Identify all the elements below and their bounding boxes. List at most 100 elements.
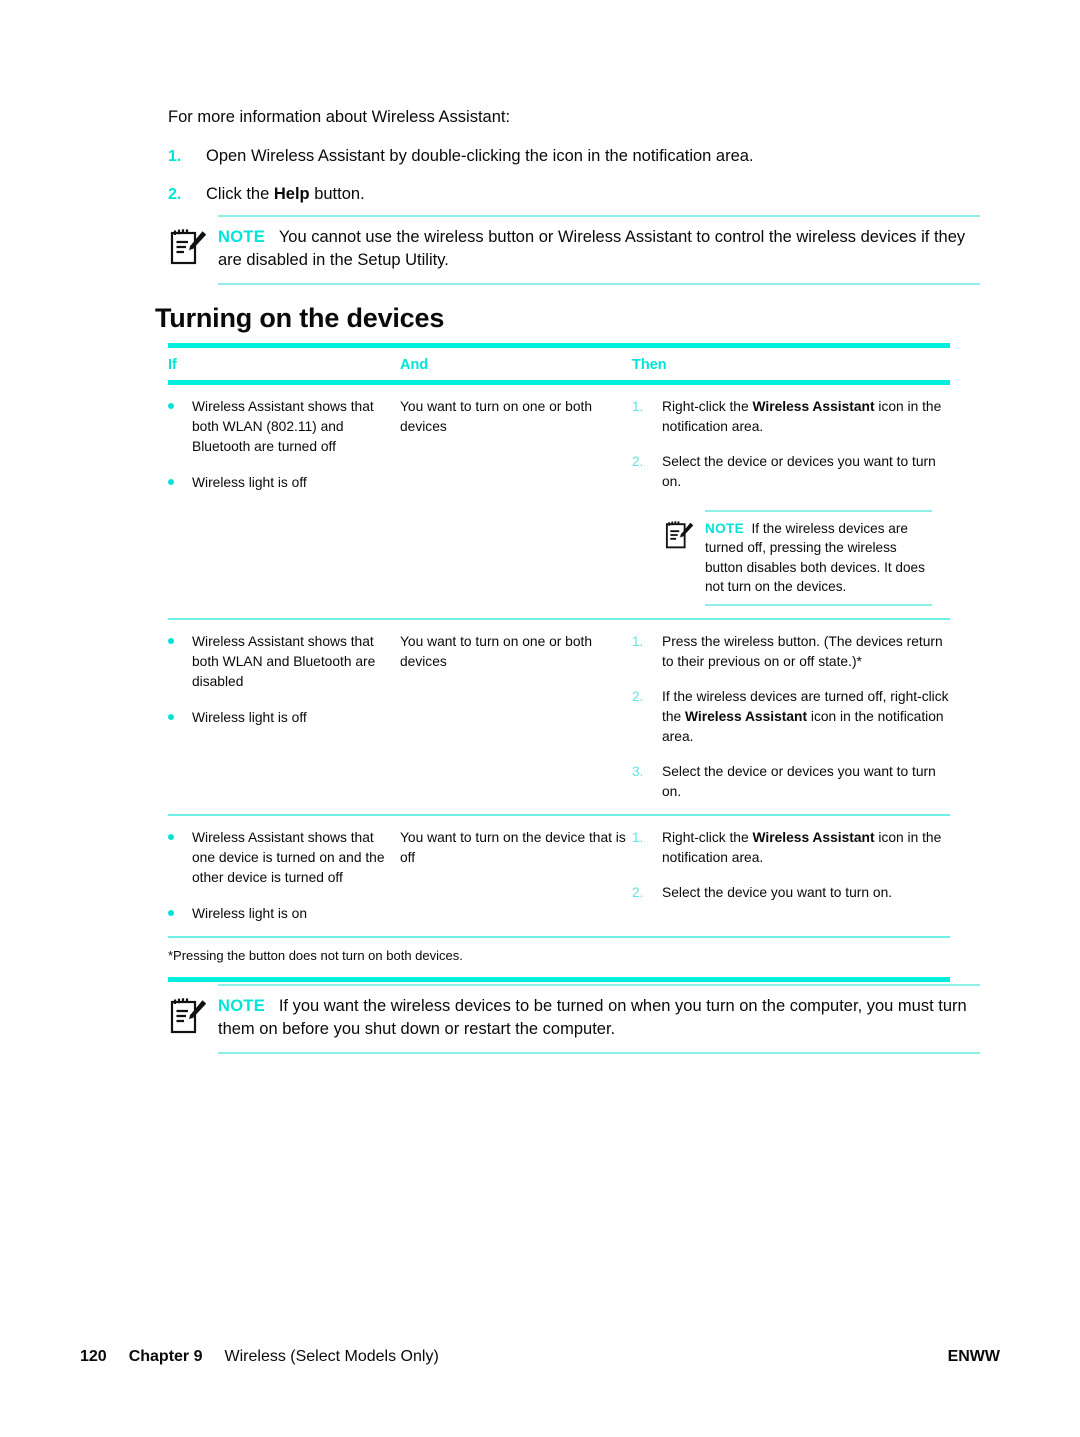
step-text-pre: Select the device or devices you want to… (662, 764, 936, 800)
note-text: NOTE If the wireless devices are turned … (705, 519, 932, 596)
list-item-number: 2. (168, 185, 182, 203)
table-cell-then: 1. Right-click the Wireless Assistant ic… (632, 828, 950, 924)
step-text-pre: Press the wireless button. (The devices … (662, 634, 943, 670)
bullet-text: Wireless Assistant shows that one device… (192, 830, 385, 886)
note-callout-inline: NOTE If the wireless devices are turned … (662, 510, 932, 607)
list-item: Wireless light is on (168, 904, 400, 924)
step-text-pre: Select the device you want to turn on. (662, 885, 893, 901)
document-page: For more information about Wireless Assi… (0, 0, 1080, 1437)
page-footer: 120 Chapter 9 Wireless (Select Models On… (80, 1348, 1000, 1366)
note-pencil-icon (662, 518, 698, 552)
conditions-table: If And Then Wireless Assistant shows tha… (168, 343, 950, 983)
step-number: 2. (632, 885, 644, 901)
bullet-icon (168, 828, 192, 841)
step-number: 1. (632, 830, 644, 846)
note-body: NOTE If the wireless devices are turned … (705, 510, 932, 607)
list-item: 2. If the wireless devices are turned of… (632, 687, 950, 747)
step-number: 1. (632, 634, 644, 650)
list-item-text-pre: Open Wireless Assistant by double-clicki… (206, 147, 754, 165)
table-cell-and: You want to turn on one or both devices (400, 399, 593, 434)
list-item: Wireless Assistant shows that both WLAN … (168, 632, 400, 692)
list-item: 1. Right-click the Wireless Assistant ic… (632, 397, 950, 437)
step-text: Select the device or devices you want to… (662, 452, 950, 492)
bullet-text: Wireless Assistant shows that both WLAN … (192, 634, 376, 690)
list-item: 2. Select the device you want to turn on… (632, 883, 950, 903)
table-cell-if: Wireless Assistant shows that both WLAN … (168, 632, 400, 802)
bullet-list: Wireless Assistant shows that both WLAN … (168, 632, 400, 728)
table-cell-then: 1. Right-click the Wireless Assistant ic… (632, 397, 950, 607)
table-bottom-rule (168, 977, 950, 983)
table-cell-if: Wireless Assistant shows that both WLAN … (168, 397, 400, 606)
bullet-text: Wireless light is off (192, 710, 307, 726)
note-callout-bottom: NOTE If you want the wireless devices to… (166, 984, 980, 1054)
bullet-list: Wireless Assistant shows that both WLAN … (168, 397, 400, 493)
step-number: 1. (632, 399, 644, 414)
step-text-bold: Wireless Assistant (752, 830, 875, 846)
table-footnote: *Pressing the button does not turn on bo… (168, 948, 463, 964)
step-number: 2. (632, 454, 644, 469)
step-list: 1. Press the wireless button. (The devic… (632, 632, 950, 802)
step-text-pre: Select the device or devices you want to… (662, 454, 936, 489)
column-header-if: If (168, 357, 177, 373)
list-item: Wireless Assistant shows that one device… (168, 828, 400, 888)
table-cell-if: Wireless Assistant shows that one device… (168, 828, 400, 924)
step-text: Press the wireless button. (The devices … (662, 632, 950, 672)
note-body: NOTE You cannot use the wireless button … (218, 215, 980, 285)
list-item: 1. Right-click the Wireless Assistant ic… (632, 828, 950, 868)
bullet-icon (168, 473, 192, 485)
list-item: 2. Select the device or devices you want… (632, 452, 950, 492)
step-text-bold: Wireless Assistant (685, 709, 808, 725)
step-text-pre: Right-click the (662, 830, 753, 846)
bullet-icon (168, 904, 192, 917)
bullet-icon (168, 708, 192, 721)
note-text: NOTE You cannot use the wireless button … (218, 226, 980, 273)
table-row: Wireless Assistant shows that both WLAN … (168, 620, 950, 814)
step-list: 1. Right-click the Wireless Assistant ic… (632, 397, 950, 492)
bullet-text: Wireless light is on (192, 906, 308, 922)
intro-paragraph: For more information about Wireless Assi… (168, 108, 511, 126)
list-item-text-bold: Help (273, 184, 310, 203)
table-row: Wireless Assistant shows that both WLAN … (168, 385, 950, 618)
section-heading: Turning on the devices (155, 303, 445, 333)
table-row: Wireless Assistant shows that one device… (168, 816, 950, 936)
list-item: Wireless Assistant shows that both WLAN … (168, 397, 400, 457)
note-pencil-icon (166, 994, 212, 1038)
step-text: If the wireless devices are turned off, … (662, 687, 950, 747)
column-header-and: And (400, 357, 429, 373)
table-cell-and: You want to turn on the device that is o… (400, 830, 626, 866)
note-body: NOTE If you want the wireless devices to… (218, 984, 980, 1054)
bullet-icon (168, 632, 192, 645)
footer-page-number: 120 (80, 1348, 107, 1365)
note-text: NOTE If you want the wireless devices to… (218, 995, 980, 1042)
note-callout-top: NOTE You cannot use the wireless button … (166, 215, 980, 285)
step-text-pre: Right-click the (662, 399, 753, 414)
list-item: 3. Select the device or devices you want… (632, 762, 950, 802)
list-item: 2. Click the Help button. (168, 183, 978, 207)
note-message: If you want the wireless devices to be t… (218, 997, 967, 1039)
instruction-list: 1. Open Wireless Assistant by double-cli… (168, 145, 978, 221)
list-item: 1. Press the wireless button. (The devic… (632, 632, 950, 672)
step-text: Select the device you want to turn on. (662, 883, 950, 903)
note-label: NOTE (218, 997, 266, 1015)
table-cell-then: 1. Press the wireless button. (The devic… (632, 632, 950, 802)
list-item-text: Open Wireless Assistant by double-clicki… (206, 145, 754, 169)
footer-chapter: Chapter 9 (128, 1348, 203, 1365)
list-item-text: Click the Help button. (206, 183, 365, 207)
note-label: NOTE (218, 228, 266, 246)
list-item: Wireless light is off (168, 473, 400, 493)
note-label: NOTE (705, 521, 744, 536)
step-text: Select the device or devices you want to… (662, 762, 950, 802)
bullet-text: Wireless Assistant shows that both WLAN … (192, 399, 374, 454)
step-list: 1. Right-click the Wireless Assistant ic… (632, 828, 950, 903)
column-header-then: Then (632, 357, 667, 373)
step-text: Right-click the Wireless Assistant icon … (662, 828, 950, 868)
bullet-text: Wireless light is off (192, 475, 307, 490)
list-item: Wireless light is off (168, 708, 400, 728)
note-message: You cannot use the wireless button or Wi… (218, 228, 966, 270)
bullet-icon (168, 397, 192, 409)
step-number: 3. (632, 764, 644, 780)
bullet-list: Wireless Assistant shows that one device… (168, 828, 400, 924)
list-item: 1. Open Wireless Assistant by double-cli… (168, 145, 978, 169)
footer-language-code: ENWW (947, 1348, 1000, 1365)
step-text-bold: Wireless Assistant (752, 399, 875, 414)
